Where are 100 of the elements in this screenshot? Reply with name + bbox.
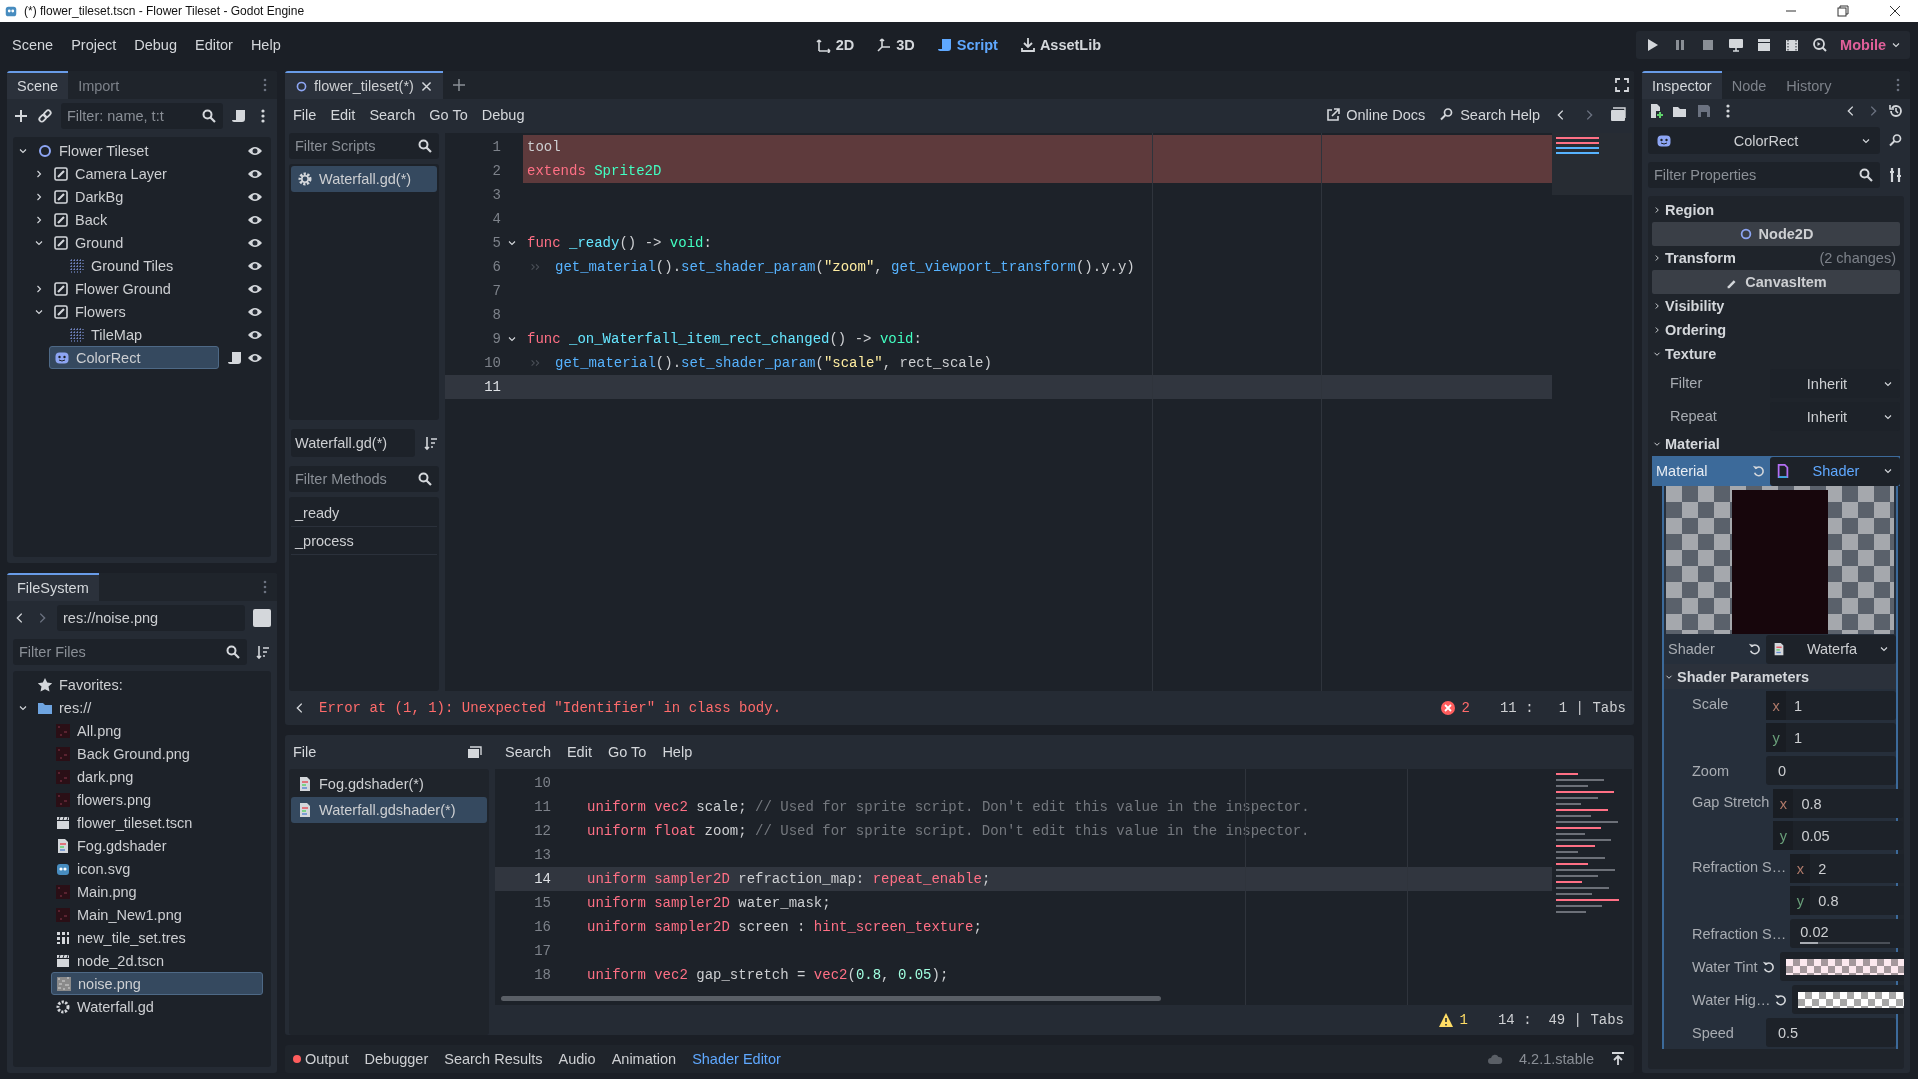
file-tree-item[interactable]: node_2d.tscn [51, 949, 263, 972]
menu-item[interactable]: Scene [12, 37, 54, 53]
workspace-tab[interactable]: Script [932, 33, 1002, 57]
menu-item[interactable]: File [293, 107, 317, 123]
color-swatch[interactable] [1785, 958, 1904, 975]
resource-picker[interactable]: Waterfa [1766, 634, 1896, 664]
file-tree-item[interactable]: flower_tileset.tscn [51, 811, 263, 834]
menu-item[interactable]: Go To [429, 107, 468, 123]
file-tab[interactable]: flower_tileset(*) [285, 71, 443, 99]
property-group[interactable]: Region [1652, 198, 1900, 222]
object-selector[interactable]: ColorRect [1648, 127, 1880, 154]
shader-list-item[interactable]: Fog.gdshader(*) [291, 771, 487, 797]
number-field[interactable]: 0.8 [1801, 789, 1904, 818]
file-tree-item[interactable]: Waterfall.gd [51, 995, 263, 1018]
clapperboard-icon[interactable] [1756, 37, 1773, 53]
scene-tree-item[interactable]: ColorRect [49, 346, 219, 369]
method-list-item[interactable]: _ready [291, 499, 437, 527]
resource-picker[interactable]: Shader [1770, 456, 1900, 486]
slider-fill[interactable] [1800, 941, 1819, 944]
dock-tab[interactable]: Inspector [1642, 71, 1722, 99]
scene-tree-item[interactable]: Ground Tiles [65, 254, 239, 277]
magnifier-play-icon[interactable] [1812, 37, 1829, 53]
new-file-icon[interactable] [1648, 103, 1664, 119]
scene-tree-item[interactable]: Back [49, 208, 239, 231]
workspace-tab[interactable]: 3D [872, 33, 919, 57]
color-swatch[interactable] [1798, 991, 1904, 1008]
file-tree-item[interactable]: Main_New1.png [51, 903, 263, 926]
scene-tree-item[interactable]: Flowers [49, 300, 239, 323]
plus-icon[interactable] [13, 108, 29, 124]
fullscreen-icon[interactable] [1614, 77, 1630, 93]
menu-item[interactable]: Editor [195, 37, 233, 53]
number-field[interactable]: 0.02 [1800, 923, 1829, 940]
bottom-panel-tab[interactable]: Audio [558, 1051, 596, 1067]
workspace-tab[interactable]: 2D [811, 33, 859, 57]
scene-tree-item[interactable]: Ground [49, 231, 239, 254]
property-group[interactable]: Visibility [1652, 294, 1900, 318]
filter-field[interactable]: Filter Scripts [289, 133, 439, 159]
file-tree-item[interactable]: dark.png [51, 765, 263, 788]
file-tree-item[interactable]: new_tile_set.tres [51, 926, 263, 949]
menu-item[interactable]: Help [662, 744, 693, 760]
help-button[interactable]: Search Help [1439, 107, 1540, 123]
number-field[interactable]: 0.8 [1818, 886, 1904, 915]
bottom-panel-tab[interactable]: Animation [611, 1051, 677, 1067]
sort-icon[interactable] [255, 644, 271, 660]
save-icon[interactable] [1696, 103, 1712, 119]
number-field[interactable]: 2 [1818, 854, 1904, 883]
file-tree-item[interactable]: flowers.png [51, 788, 263, 811]
menu-item[interactable]: Help [250, 37, 281, 53]
reset-icon[interactable] [1748, 642, 1762, 656]
minimap-drawing[interactable] [1552, 133, 1632, 195]
reset-icon[interactable] [1761, 959, 1776, 974]
menu-item[interactable]: File [293, 744, 317, 760]
monitor-icon[interactable] [1728, 37, 1745, 53]
menu-item[interactable]: Go To [607, 744, 647, 760]
scene-tree-item[interactable]: TileMap [65, 323, 239, 346]
bottom-panel-tab[interactable]: Debugger [364, 1051, 429, 1067]
method-list-item[interactable]: _process [291, 527, 437, 555]
sort-icon[interactable] [423, 435, 439, 451]
reset-icon[interactable] [1774, 992, 1789, 1007]
filter-field[interactable]: Filter Methods [289, 466, 439, 492]
number-field[interactable]: 1 [1794, 723, 1896, 752]
panel-toggle-icon[interactable] [1610, 107, 1626, 123]
scroll-icon[interactable] [231, 108, 247, 124]
number-field[interactable]: 0.5 [1766, 1018, 1896, 1047]
help-button[interactable]: Online Docs [1325, 107, 1426, 123]
property-group[interactable]: Material [1652, 432, 1900, 456]
file-tree-item[interactable]: icon.svg [51, 857, 263, 880]
menu-item[interactable]: Debug [134, 37, 177, 53]
dock-tab[interactable]: Scene [7, 71, 69, 99]
number-field[interactable]: 0.05 [1801, 821, 1904, 850]
scene-tree-item[interactable]: Camera Layer [49, 162, 239, 185]
shader-list-item[interactable]: Waterfall.gdshader(*) [291, 797, 487, 823]
bottom-panel-tab[interactable]: Search Results [444, 1051, 543, 1067]
filter-field[interactable]: Filter: name, t:t [61, 103, 223, 129]
view-toggle-button[interactable] [253, 609, 271, 627]
scroll-icon[interactable] [227, 349, 243, 366]
renderer-dropdown[interactable]: Mobile [1840, 37, 1902, 53]
chain-link-icon[interactable] [37, 108, 53, 124]
history-icon[interactable] [1888, 103, 1904, 119]
menu-item[interactable]: Edit [330, 107, 356, 123]
filter-field[interactable]: Filter Files [13, 639, 247, 665]
dock-tab[interactable]: FileSystem [7, 573, 99, 601]
scene-tree-item[interactable]: Flower Ground [49, 277, 239, 300]
bottom-panel-tab[interactable]: Shader Editor [692, 1051, 781, 1067]
dock-tab[interactable]: Import [68, 71, 130, 99]
file-tree-item[interactable]: All.png [51, 719, 263, 742]
close-icon[interactable] [1887, 3, 1903, 19]
dock-tab[interactable]: Node [1721, 71, 1777, 99]
pin-up-icon[interactable] [1610, 1051, 1626, 1067]
scene-tree-item[interactable]: Flower Tileset [33, 139, 239, 162]
scene-tree-item[interactable]: DarkBg [49, 185, 239, 208]
scrollbar[interactable] [501, 996, 1161, 1001]
property-group[interactable]: Transform (2 changes) [1652, 246, 1900, 270]
bottom-panel-tab[interactable]: Output [305, 1051, 349, 1067]
close-icon[interactable] [419, 79, 433, 93]
file-tree-item[interactable]: noise.png [51, 972, 263, 995]
property-group[interactable]: Ordering [1652, 318, 1900, 342]
menu-item[interactable]: Debug [481, 107, 525, 123]
menu-item[interactable]: Search [369, 107, 416, 123]
filter-field[interactable]: Filter Properties [1648, 162, 1880, 188]
